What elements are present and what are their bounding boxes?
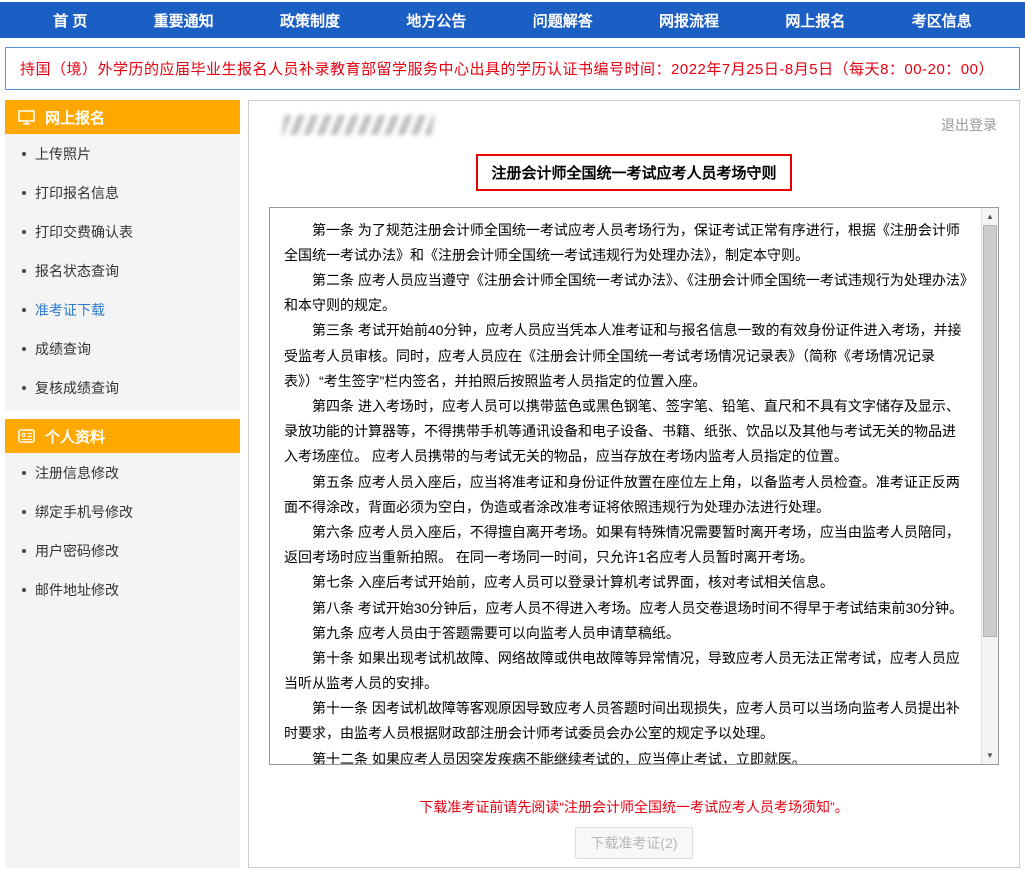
page-title: 注册会计师全国统一考试应考人员考场守则 [476,154,791,191]
title-row: 注册会计师全国统一考试应考人员考场守则 [269,154,999,191]
download-admission-ticket-button[interactable]: 下载准考证(2) [575,827,692,859]
bullet-icon [22,510,26,514]
bullet-icon [22,588,26,592]
button-row: 下载准考证(2) [269,827,999,859]
sidebar-section-title: 个人资料 [45,426,105,447]
sidebar-item[interactable]: 绑定手机号修改 [5,492,240,531]
scroll-down-arrow-icon[interactable]: ▼ [982,747,998,764]
sidebar-section-title: 网上报名 [45,107,105,128]
sidebar-item-label: 准考证下载 [35,300,105,320]
sidebar-item[interactable]: 注册信息修改 [5,453,240,492]
bullet-icon [22,308,26,312]
content-panel: 退出登录 注册会计师全国统一考试应考人员考场守则 第一条 为了规范注册会计师全国… [248,100,1020,868]
exam-rules-text: 第一条 为了规范注册会计师全国统一考试应考人员考场行为，保证考试正常有序进行，根… [270,208,981,764]
nav-item[interactable]: 问题解答 [525,10,601,31]
rule-paragraph: 第十条 如果出现考试机故障、网络故障或供电故障等异常情况，导致应考人员无法正常考… [284,646,967,696]
sidebar-item[interactable]: 用户密码修改 [5,531,240,570]
bullet-icon [22,549,26,553]
sidebar-item[interactable]: 打印交费确认表 [5,212,240,251]
rule-paragraph: 第九条 应考人员由于答题需要可以向监考人员申请草稿纸。 [284,621,967,646]
sidebar-item-label: 邮件地址修改 [35,580,119,600]
sidebar: 网上报名 上传照片 打印报名信息 打印交费确 [5,100,240,868]
rule-paragraph: 第二条 应考人员应当遵守《注册会计师全国统一考试办法》、《注册会计师全国统一考试… [284,268,967,318]
rule-paragraph: 第七条 入座后考试开始前，应考人员可以登录计算机考试界面，核对考试相关信息。 [284,570,967,595]
sidebar-item-label: 注册信息修改 [35,463,119,483]
sidebar-item-label: 用户密码修改 [35,541,119,561]
bullet-icon [22,191,26,195]
sidebar-item-label: 成绩查询 [35,339,91,359]
rule-paragraph: 第五条 应考人员入座后，应当将准考证和身份证件放置在座位左上角，以备监考人员检查… [284,470,967,520]
sidebar-item[interactable]: 上传照片 [5,134,240,173]
bullet-icon [22,152,26,156]
logout-link[interactable]: 退出登录 [941,115,997,135]
bullet-icon [22,386,26,390]
sidebar-item[interactable]: 成绩查询 [5,329,240,368]
bullet-icon [22,269,26,273]
scrollbar-track[interactable] [982,225,998,747]
sidebar-section-online-registration: 网上报名 上传照片 打印报名信息 打印交费确 [5,100,240,411]
nav-item[interactable]: 重要通知 [146,10,222,31]
sidebar-item[interactable]: 准考证下载 [5,290,240,329]
rule-paragraph: 第一条 为了规范注册会计师全国统一考试应考人员考场行为，保证考试正常有序进行，根… [284,218,967,268]
nav-item[interactable]: 政策制度 [272,10,348,31]
bullet-icon [22,347,26,351]
bullet-icon [22,230,26,234]
nav-item[interactable]: 地方公告 [398,10,474,31]
notice-text: 持国（境）外学历的应届毕业生报名人员补录教育部留学服务中心出具的学历认证书编号时… [20,58,994,79]
sidebar-section-personal-info: 个人资料 注册信息修改 绑定手机号修改 用户 [5,419,240,868]
id-card-icon [18,429,35,443]
main-layout: 网上报名 上传照片 打印报名信息 打印交费确 [5,100,1020,868]
rule-paragraph: 第三条 考试开始前40分钟，应考人员应当凭本人准考证和与报名信息一致的有效身份证… [284,318,967,394]
sidebar-item-label: 打印交费确认表 [35,222,133,242]
nav-item[interactable]: 考区信息 [904,10,980,31]
sidebar-item-label: 上传照片 [35,144,91,164]
sidebar-item-label: 绑定手机号修改 [35,502,133,522]
rule-paragraph: 第六条 应考人员入座后，不得擅自离开考场。如果有特殊情况需要暂时离开考场，应当由… [284,520,967,570]
rule-paragraph: 第十一条 因考试机故障等客观原因导致应考人员答题时间出现损失，应考人员可以当场向… [284,696,967,746]
rule-paragraph: 第四条 进入考场时，应考人员可以携带蓝色或黑色钢笔、签字笔、铅笔、直尺和不具有文… [284,394,967,470]
rule-paragraph: 第十二条 如果应考人员因突发疾病不能继续考试的，应当停止考试，立即就医。 [284,747,967,764]
sidebar-item-label: 打印报名信息 [35,183,119,203]
nav-item[interactable]: 首 页 [45,10,95,31]
nav-item[interactable]: 网上报名 [777,10,853,31]
monitor-icon [18,110,35,125]
scrollbar-thumb[interactable] [983,225,997,638]
scrollbar[interactable]: ▲ ▼ [981,208,998,764]
sidebar-item[interactable]: 报名状态查询 [5,251,240,290]
exam-rules-box: 第一条 为了规范注册会计师全国统一考试应考人员考场行为，保证考试正常有序进行，根… [269,207,999,765]
rule-paragraph: 第八条 考试开始30分钟后，应考人员不得进入考场。应考人员交卷退场时间不得早于考… [284,596,967,621]
download-notice: 下载准考证前请先阅读“注册会计师全国统一考试应考人员考场须知”。 [269,797,999,817]
notice-bar: 持国（境）外学历的应届毕业生报名人员补录教育部留学服务中心出具的学历认证书编号时… [5,47,1020,90]
nav-item[interactable]: 网报流程 [651,10,727,31]
sidebar-item-label: 复核成绩查询 [35,378,119,398]
username-redacted [282,115,435,135]
sidebar-item[interactable]: 邮件地址修改 [5,570,240,609]
scroll-up-arrow-icon[interactable]: ▲ [982,208,998,225]
top-nav: 首 页 重要通知 政策制度 地方公告 问题解答 网报流程 网上报名 考区信息 [0,2,1025,38]
sidebar-item-label: 报名状态查询 [35,261,119,281]
sidebar-header-personal-info: 个人资料 [5,419,240,453]
sidebar-item[interactable]: 复核成绩查询 [5,368,240,407]
sidebar-items-online-registration: 上传照片 打印报名信息 打印交费确认表 报名状态查询 [5,134,240,407]
sidebar-item[interactable]: 打印报名信息 [5,173,240,212]
content-header: 退出登录 [269,113,999,138]
bullet-icon [22,471,26,475]
sidebar-header-online-registration: 网上报名 [5,100,240,134]
sidebar-items-personal-info: 注册信息修改 绑定手机号修改 用户密码修改 邮件地址修改 [5,453,240,609]
